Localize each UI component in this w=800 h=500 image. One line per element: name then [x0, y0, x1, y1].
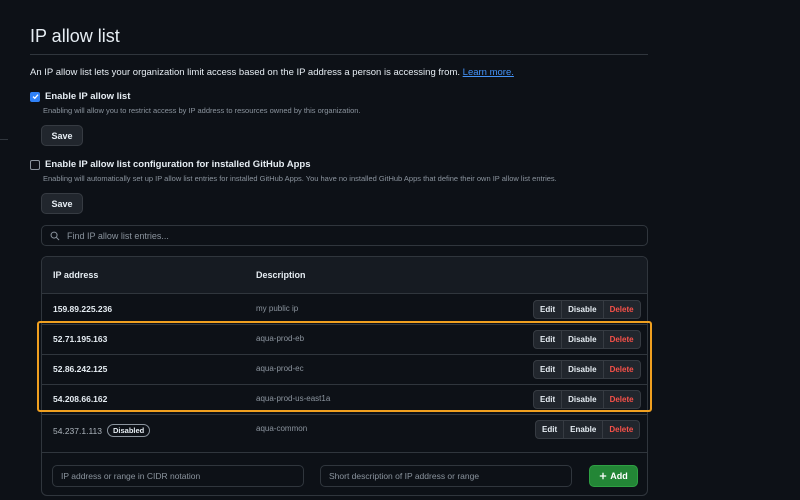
table-header: IP address Description: [42, 257, 647, 294]
intro-text: An IP allow list lets your organization …: [30, 67, 514, 78]
entry-description: aqua-prod-ec: [256, 364, 304, 373]
ip-address-input[interactable]: [52, 465, 304, 487]
ip-address: 54.208.66.162: [53, 394, 108, 404]
save-ip-allow-list-button[interactable]: Save: [41, 125, 83, 146]
edit-button[interactable]: Edit: [534, 331, 561, 348]
ip-address: 52.86.242.125: [53, 364, 108, 374]
delete-button[interactable]: Delete: [602, 391, 640, 408]
description-input[interactable]: [320, 465, 572, 487]
table-row: 52.86.242.125 aqua-prod-ec Edit Disable …: [42, 354, 647, 385]
apps-config-label: Enable IP allow list configuration for i…: [45, 159, 311, 170]
table-row: 54.237.1.113 Disabled aqua-common Edit En…: [42, 414, 647, 444]
ip-address-value: 54.237.1.113: [53, 426, 102, 436]
ip-allow-list-table: IP address Description 159.89.225.236 my…: [41, 256, 648, 496]
search-box[interactable]: [41, 225, 648, 246]
enable-ip-allow-list-row[interactable]: Enable IP allow list: [30, 91, 130, 102]
apps-config-help: Enabling will automatically set up IP al…: [43, 174, 557, 183]
ip-address-header: IP address: [53, 270, 99, 280]
add-button[interactable]: Add: [589, 465, 638, 487]
enable-ip-allow-list-checkbox[interactable]: [30, 91, 40, 102]
intro-description: An IP allow list lets your organization …: [30, 67, 461, 78]
entry-description: aqua-common: [256, 424, 308, 433]
plus-icon: [600, 472, 607, 480]
add-button-label: Add: [610, 471, 628, 481]
save-apps-config-button[interactable]: Save: [41, 193, 83, 214]
apps-config-row[interactable]: Enable IP allow list configuration for i…: [30, 159, 311, 170]
ip-address: 52.71.195.163: [53, 334, 108, 344]
delete-button[interactable]: Delete: [602, 301, 640, 318]
delete-button[interactable]: Delete: [602, 421, 639, 438]
page-title: IP allow list: [30, 26, 120, 46]
edit-button[interactable]: Edit: [536, 421, 563, 438]
search-icon: [50, 231, 60, 240]
title-divider: [30, 54, 648, 55]
enable-ip-allow-list-help: Enabling will allow you to restrict acce…: [43, 106, 361, 115]
delete-button[interactable]: Delete: [602, 361, 640, 378]
row-actions: Edit Enable Delete: [535, 420, 641, 439]
apps-config-checkbox[interactable]: [30, 159, 40, 170]
row-actions: Edit Disable Delete: [533, 300, 641, 319]
disable-button[interactable]: Disable: [561, 391, 602, 408]
table-row: 159.89.225.236 my public ip Edit Disable…: [42, 294, 647, 325]
disabled-badge: Disabled: [107, 424, 151, 437]
ip-address: 54.237.1.113 Disabled: [53, 424, 151, 437]
left-divider: [0, 139, 8, 140]
edit-button[interactable]: Edit: [534, 301, 561, 318]
row-actions: Edit Disable Delete: [533, 330, 641, 349]
disable-button[interactable]: Disable: [561, 361, 602, 378]
entry-description: aqua-prod-eb: [256, 334, 305, 343]
enable-button[interactable]: Enable: [563, 421, 602, 438]
entry-description: aqua-prod-us-east1a: [256, 394, 331, 403]
table-row: 52.71.195.163 aqua-prod-eb Edit Disable …: [42, 324, 647, 355]
learn-more-link[interactable]: Learn more.: [463, 67, 514, 78]
edit-button[interactable]: Edit: [534, 391, 561, 408]
add-entry-form: Add: [42, 452, 647, 495]
disable-button[interactable]: Disable: [561, 331, 602, 348]
ip-address: 159.89.225.236: [53, 304, 113, 314]
search-input[interactable]: [65, 229, 629, 242]
disable-button[interactable]: Disable: [561, 301, 602, 318]
enable-ip-allow-list-label: Enable IP allow list: [45, 91, 131, 102]
edit-button[interactable]: Edit: [534, 361, 561, 378]
description-header: Description: [256, 270, 306, 280]
checkmark-icon: [32, 94, 38, 100]
row-actions: Edit Disable Delete: [533, 360, 641, 379]
entry-description: my public ip: [256, 304, 299, 313]
delete-button[interactable]: Delete: [602, 331, 640, 348]
row-actions: Edit Disable Delete: [533, 390, 641, 409]
table-row: 54.208.66.162 aqua-prod-us-east1a Edit D…: [42, 384, 647, 415]
